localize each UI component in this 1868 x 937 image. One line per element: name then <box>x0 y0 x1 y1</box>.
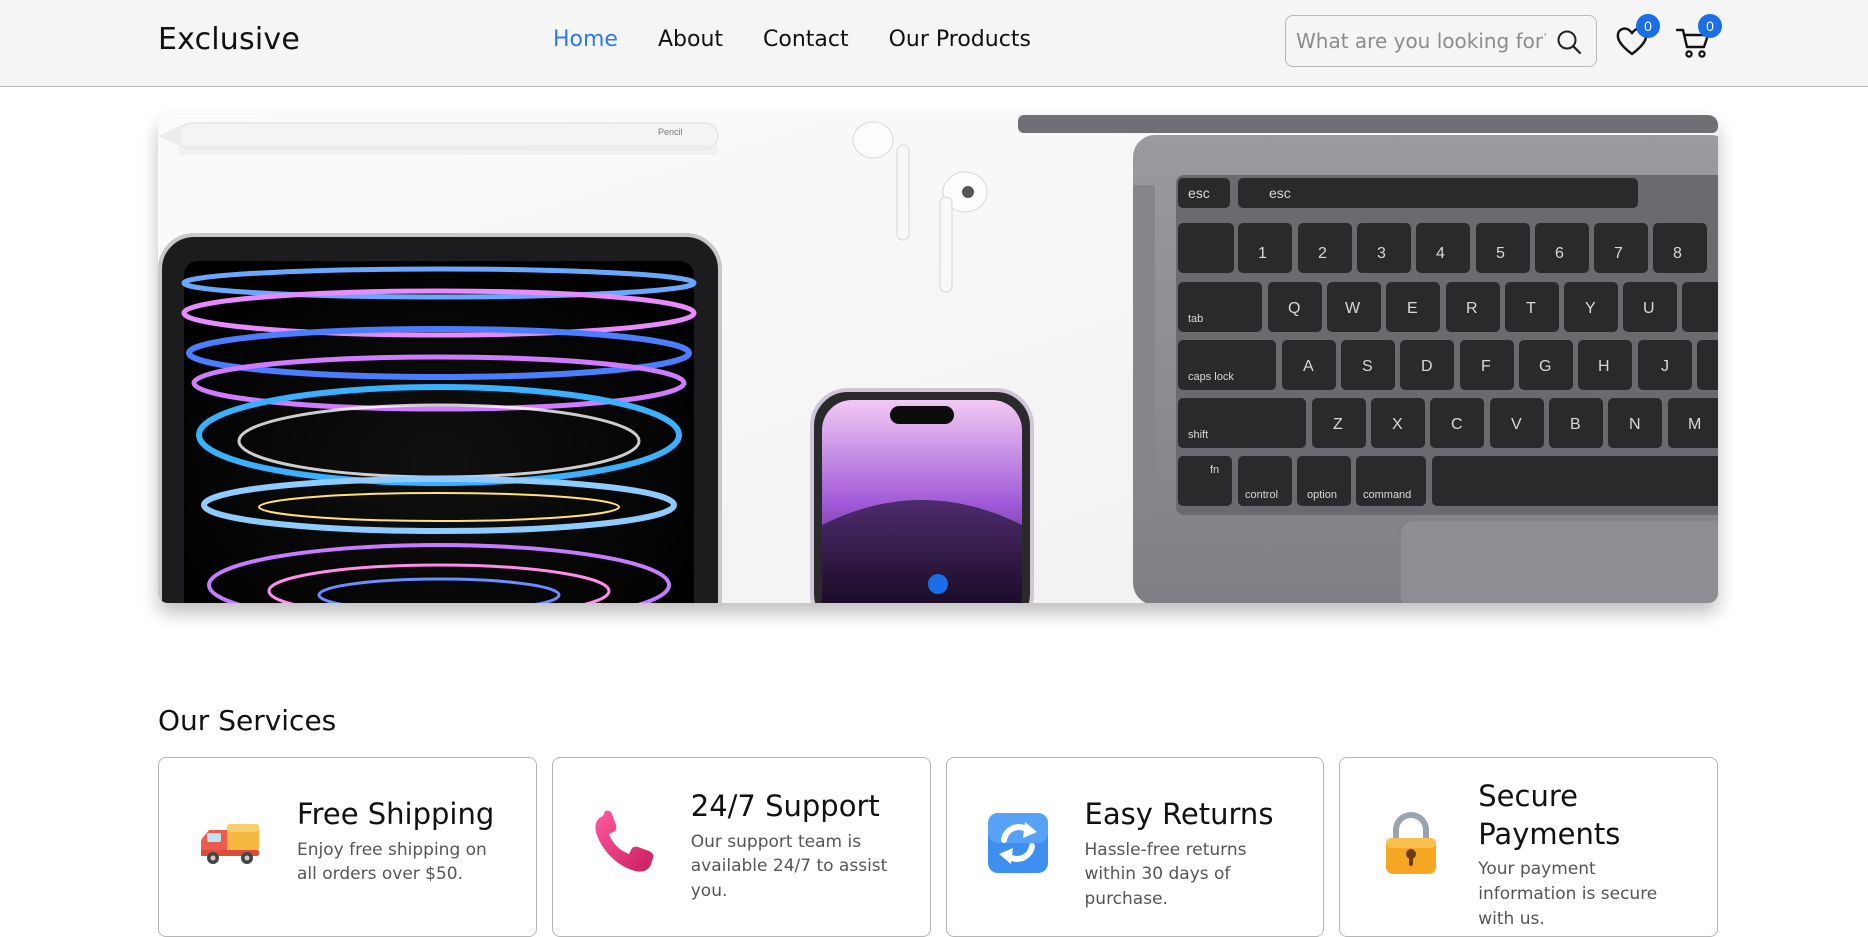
svg-text:C: C <box>1451 416 1463 433</box>
carousel-dot-active[interactable] <box>928 574 948 594</box>
svg-text:G: G <box>1539 358 1551 375</box>
service-description: Your payment information is secure with … <box>1478 859 1658 929</box>
svg-text:Z: Z <box>1333 416 1343 433</box>
svg-text:R: R <box>1466 300 1478 317</box>
svg-text:D: D <box>1421 358 1433 375</box>
nav-our-products[interactable]: Our Products <box>889 27 1031 52</box>
hero-banner[interactable]: Pencil esc esc 1 2 3 4 5 6 7 8 tab Q W E… <box>158 115 1718 603</box>
svg-text:command: command <box>1363 489 1411 501</box>
service-card-secure-payments: Secure Payments Your payment information… <box>1339 757 1718 937</box>
svg-text:X: X <box>1392 416 1403 433</box>
wishlist-button[interactable]: 0 <box>1614 14 1660 58</box>
svg-text:F: F <box>1481 358 1491 375</box>
search-input[interactable] <box>1296 29 1546 53</box>
delivery-truck-icon <box>201 824 259 864</box>
svg-text:3: 3 <box>1377 245 1386 262</box>
cart-count-badge: 0 <box>1698 14 1722 38</box>
main-nav: Home About Contact Our Products <box>553 27 1031 52</box>
svg-text:esc: esc <box>1269 185 1291 201</box>
svg-text:E: E <box>1407 300 1418 317</box>
service-description: Enjoy free shipping on all orders over $… <box>297 839 487 885</box>
svg-text:tab: tab <box>1188 313 1203 325</box>
svg-text:Q: Q <box>1288 300 1300 317</box>
svg-text:Pencil: Pencil <box>658 127 683 137</box>
cart-button[interactable]: 0 <box>1674 14 1722 60</box>
svg-text:6: 6 <box>1555 245 1564 262</box>
svg-text:J: J <box>1661 358 1669 375</box>
phone-icon <box>595 810 654 872</box>
services-list: Free Shipping Enjoy free shipping on all… <box>158 757 1718 937</box>
svg-text:Y: Y <box>1585 300 1596 317</box>
hero-image: Pencil esc esc 1 2 3 4 5 6 7 8 tab Q W E… <box>158 115 1718 603</box>
iphone-illustration <box>810 388 1034 603</box>
svg-text:V: V <box>1511 416 1522 433</box>
nav-home[interactable]: Home <box>553 27 618 52</box>
svg-text:W: W <box>1345 300 1361 317</box>
svg-text:fn: fn <box>1210 464 1219 476</box>
service-card-returns: Easy Returns Hassle-free returns within … <box>945 757 1325 937</box>
service-card-free-shipping: Free Shipping Enjoy free shipping on all… <box>158 757 537 937</box>
logo[interactable]: Exclusive <box>158 22 300 57</box>
nav-about[interactable]: About <box>658 27 723 52</box>
services-title: Our Services <box>158 704 337 737</box>
svg-text:T: T <box>1526 300 1536 317</box>
svg-text:option: option <box>1307 489 1337 501</box>
service-title: Easy Returns <box>1084 797 1274 831</box>
svg-text:U: U <box>1643 300 1655 317</box>
site-header: Exclusive Home About Contact Our Product… <box>0 0 1868 87</box>
nav-contact[interactable]: Contact <box>763 27 849 52</box>
service-title: Free Shipping <box>297 797 495 831</box>
svg-text:S: S <box>1362 358 1373 375</box>
refresh-icon <box>987 813 1048 873</box>
svg-text:8: 8 <box>1673 245 1682 262</box>
svg-text:B: B <box>1570 416 1581 433</box>
svg-text:4: 4 <box>1436 245 1445 262</box>
ipad-illustration <box>158 233 722 603</box>
svg-text:shift: shift <box>1188 429 1208 441</box>
svg-text:7: 7 <box>1614 245 1623 262</box>
search-icon[interactable] <box>1556 29 1582 55</box>
svg-text:caps lock: caps lock <box>1188 371 1234 383</box>
service-title: 24/7 Support <box>690 789 880 823</box>
svg-text:control: control <box>1245 489 1278 501</box>
service-description: Hassle-free returns within 30 days of pu… <box>1084 839 1247 909</box>
service-description: Our support team is available 24/7 to as… <box>690 831 888 901</box>
svg-text:A: A <box>1303 358 1314 375</box>
svg-text:1: 1 <box>1258 245 1267 262</box>
wishlist-count-badge: 0 <box>1636 14 1660 38</box>
service-title: Secure Payments <box>1478 779 1621 851</box>
svg-text:5: 5 <box>1496 245 1505 262</box>
service-card-support: 24/7 Support Our support team is availab… <box>551 757 931 937</box>
apple-pencil-illustration: Pencil <box>158 122 719 155</box>
svg-text:H: H <box>1598 358 1610 375</box>
search-box <box>1285 15 1597 67</box>
svg-text:N: N <box>1629 416 1641 433</box>
svg-text:M: M <box>1688 416 1701 433</box>
padlock-icon <box>1386 812 1437 874</box>
svg-text:esc: esc <box>1188 185 1210 201</box>
svg-text:2: 2 <box>1318 245 1327 262</box>
